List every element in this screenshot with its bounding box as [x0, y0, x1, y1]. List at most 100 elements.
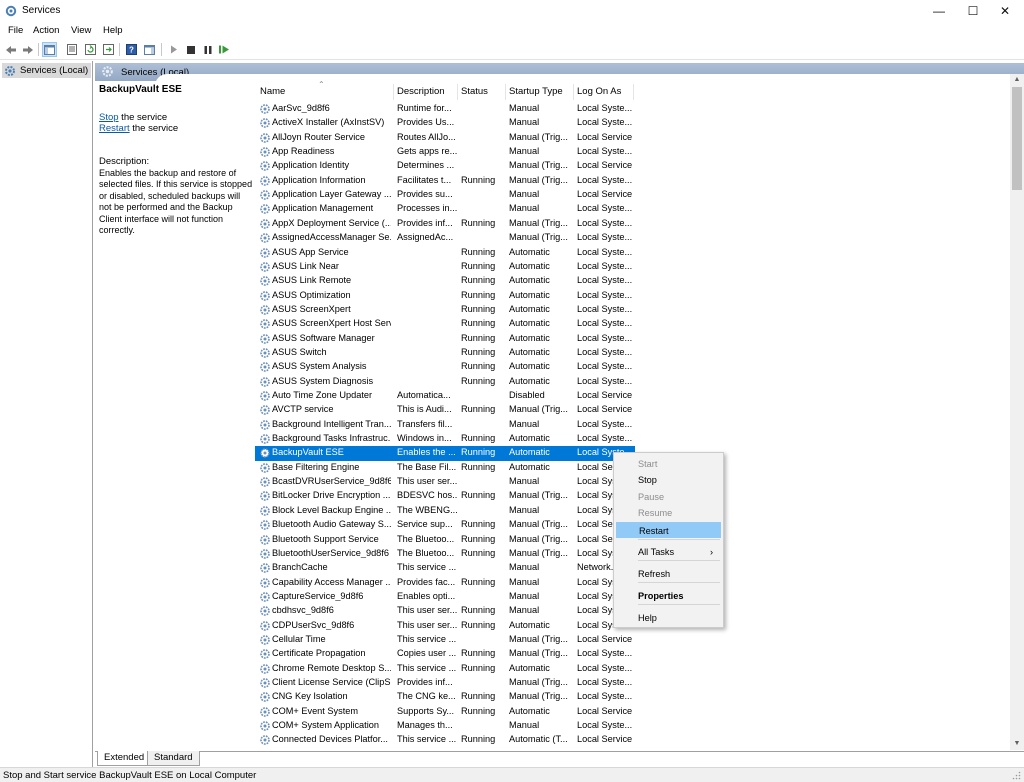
service-row[interactable]: ASUS Switch Running Automatic Local Syste..…	[255, 346, 635, 360]
service-row[interactable]: Cellular Time This service ... Manual (Tri…	[255, 633, 635, 647]
service-row[interactable]: ASUS Link Remote Running Automatic Local Sy…	[255, 274, 635, 288]
service-row[interactable]: Application Information Facilitates t... R…	[255, 174, 635, 188]
close-button[interactable]: ✕	[986, 0, 1024, 22]
start-service-icon[interactable]	[166, 42, 181, 57]
scroll-down-arrow-icon[interactable]: ▼	[1010, 738, 1024, 750]
service-row[interactable]: BackupVault ESE Enables the ... Running Aut…	[255, 446, 635, 461]
service-row[interactable]: Connected Devices Platfor... This service…	[255, 733, 635, 747]
service-name: COM+ Event System	[272, 705, 359, 716]
service-row[interactable]: Background Tasks Infrastruc... Windows in…	[255, 432, 635, 446]
service-row[interactable]: Capability Access Manager ... Provides fa…	[255, 576, 635, 590]
service-row[interactable]: ASUS Software Manager Running Automatic Loc…	[255, 332, 635, 346]
service-row[interactable]: Block Level Backup Engine ... The WBENG..…	[255, 504, 635, 518]
context-menu-item-label: Properties	[638, 591, 684, 601]
stop-suffix: the service	[118, 112, 168, 123]
context-menu-item-start[interactable]: Start	[616, 456, 721, 472]
service-row[interactable]: AllJoyn Router Service Routes AllJo... Man…	[255, 131, 635, 145]
service-description: AssignedAc...	[397, 232, 454, 243]
context-menu-item-pause[interactable]: Pause	[616, 489, 721, 505]
menu-help[interactable]: Help	[103, 25, 123, 36]
service-startup-type: Automatic	[509, 361, 550, 372]
restart-link[interactable]: Restart	[99, 123, 130, 134]
minimize-button[interactable]: —	[920, 0, 958, 22]
service-row[interactable]: BranchCache This service ... Manual Network…	[255, 561, 635, 575]
context-menu-item-resume[interactable]: Resume	[616, 505, 721, 521]
service-startup-type: Automatic	[509, 246, 550, 257]
service-row[interactable]: Client License Service (ClipS... Provides…	[255, 676, 635, 690]
tree-node-services-local[interactable]: Services (Local)	[2, 63, 91, 78]
service-status: Running	[461, 619, 496, 630]
service-startup-type: Manual	[509, 720, 540, 731]
service-description: Copies user ...	[397, 648, 457, 659]
properties-sheet-icon[interactable]	[64, 42, 79, 57]
service-row[interactable]: COM+ System Application Manages th... Manu…	[255, 719, 635, 733]
service-row[interactable]: BitLocker Drive Encryption ... BDESVC hos…	[255, 489, 635, 503]
back-icon[interactable]	[3, 42, 18, 57]
menu-view[interactable]: View	[71, 25, 91, 36]
service-row[interactable]: BluetoothUserService_9d8f6 The Bluetoo...…	[255, 547, 635, 561]
service-row[interactable]: ASUS System Diagnosis Running Automatic Loc…	[255, 375, 635, 389]
service-row[interactable]: AarSvc_9d8f6 Runtime for... Manual Local Sy…	[255, 102, 635, 116]
service-status: Running	[461, 447, 496, 458]
context-menu-item-properties[interactable]: Properties	[616, 588, 721, 604]
service-row[interactable]: AppX Deployment Service (... Provides inf…	[255, 217, 635, 231]
stop-service-icon[interactable]	[183, 42, 198, 57]
menu-file[interactable]: File	[8, 25, 23, 36]
service-row[interactable]: ASUS System Analysis Running Automatic Loca…	[255, 360, 635, 374]
service-row[interactable]: ActiveX Installer (AxInstSV) Provides Us.…	[255, 116, 635, 130]
scrollbar-thumb[interactable]	[1012, 87, 1022, 190]
column-header-status[interactable]: Status	[461, 86, 488, 97]
column-header-name[interactable]: Name	[260, 86, 285, 97]
context-menu-item-restart[interactable]: Restart	[616, 522, 721, 538]
restart-service-icon[interactable]	[217, 42, 232, 57]
export-list-icon[interactable]	[101, 42, 116, 57]
service-row[interactable]: Auto Time Zone Updater Automatica... Disab…	[255, 389, 635, 403]
service-row[interactable]: Background Intelligent Tran... Transfers …	[255, 418, 635, 432]
menu-action[interactable]: Action	[33, 25, 59, 36]
context-menu-item-refresh[interactable]: Refresh	[616, 566, 721, 582]
service-row[interactable]: ASUS Optimization Running Automatic Local S…	[255, 289, 635, 303]
service-row[interactable]: Application Layer Gateway ... Provides su…	[255, 188, 635, 202]
context-menu-item-all-tasks[interactable]: All Tasks ›	[616, 544, 721, 560]
column-header-description[interactable]: Description	[397, 86, 445, 97]
service-row[interactable]: ASUS App Service Running Automatic Local Sy…	[255, 246, 635, 260]
scroll-up-arrow-icon[interactable]: ▲	[1010, 74, 1024, 86]
service-row[interactable]: ASUS Link Near Running Automatic Local Syst…	[255, 260, 635, 274]
context-menu-item-help[interactable]: Help	[616, 610, 721, 626]
service-row[interactable]: Bluetooth Audio Gateway S... Service sup.…	[255, 518, 635, 532]
service-row[interactable]: ASUS ScreenXpert Host Serv... Running Auto…	[255, 317, 635, 331]
service-gear-icon	[260, 692, 270, 703]
service-row[interactable]: Bluetooth Support Service The Bluetoo... R…	[255, 533, 635, 547]
service-row[interactable]: cbdhsvc_9d8f6 This user ser... Running Manu…	[255, 604, 635, 618]
help-icon[interactable]: ?	[124, 42, 139, 57]
service-row[interactable]: AssignedAccessManager Se... AssignedAc...…	[255, 231, 635, 245]
service-row[interactable]: CDPUserSvc_9d8f6 This user ser... Running A…	[255, 619, 635, 633]
service-row[interactable]: ASUS ScreenXpert Running Automatic Local Sy…	[255, 303, 635, 317]
column-header-startup-type[interactable]: Startup Type	[509, 86, 563, 97]
service-name: Background Intelligent Tran...	[272, 418, 391, 429]
service-row[interactable]: Base Filtering Engine The Base Fil... Runn…	[255, 461, 635, 475]
resize-grip-icon[interactable]	[1012, 771, 1021, 780]
show-hide-action-pane-icon[interactable]	[142, 42, 157, 57]
context-menu-item-stop[interactable]: Stop	[616, 472, 721, 488]
stop-link[interactable]: Stop	[99, 112, 119, 123]
service-row[interactable]: CNG Key Isolation The CNG ke... Running Man…	[255, 690, 635, 704]
forward-icon[interactable]	[20, 42, 35, 57]
service-row[interactable]: Application Identity Determines ... Manual…	[255, 159, 635, 173]
service-row[interactable]: AVCTP service This is Audi... Running Manua…	[255, 403, 635, 417]
service-row[interactable]: Application Management Processes in... Man…	[255, 202, 635, 216]
service-row[interactable]: BcastDVRUserService_9d8f6 This user ser..…	[255, 475, 635, 489]
service-row[interactable]: App Readiness Gets apps re... Manual Local …	[255, 145, 635, 159]
tab-standard[interactable]: Standard	[147, 751, 200, 766]
service-row[interactable]: CaptureService_9d8f6 Enables opti... Manua…	[255, 590, 635, 604]
pause-service-icon[interactable]	[200, 42, 215, 57]
services-list: ⌃ Name Description Status Startup Type L…	[255, 80, 1010, 750]
service-row[interactable]: COM+ Event System Supports Sy... Running Au…	[255, 705, 635, 719]
vertical-scrollbar[interactable]: ▲ ▼	[1010, 74, 1024, 750]
column-header-log-on-as[interactable]: Log On As	[577, 86, 621, 97]
service-row[interactable]: Chrome Remote Desktop S... This service .…	[255, 662, 635, 676]
service-row[interactable]: Certificate Propagation Copies user ... Ru…	[255, 647, 635, 661]
tab-extended[interactable]: Extended	[97, 751, 152, 766]
console-tree-icon[interactable]	[42, 42, 57, 57]
refresh-icon[interactable]	[83, 42, 98, 57]
